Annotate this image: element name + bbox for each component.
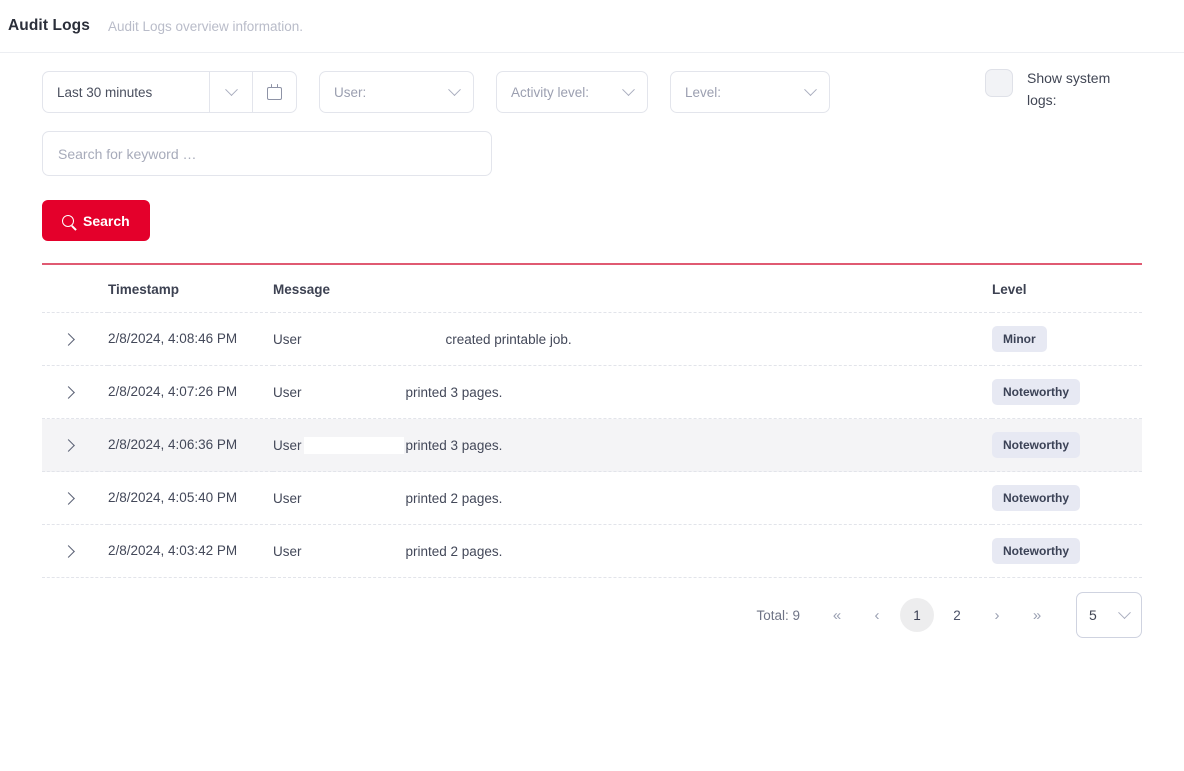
- show-system-logs-checkbox[interactable]: [985, 69, 1013, 97]
- status-badge: Noteworthy: [992, 432, 1080, 458]
- message-user-word: User: [273, 543, 302, 559]
- timestamp-cell: 2/8/2024, 4:03:42 PM: [108, 524, 273, 578]
- table-row[interactable]: 2/8/2024, 4:05:40 PM User printed 2 pages.…: [42, 471, 1142, 525]
- message-cell: User printed 2 pages.: [273, 524, 992, 578]
- table-row[interactable]: 2/8/2024, 4:06:36 PM User printed 3 pages.…: [42, 418, 1142, 472]
- activity-level-filter-select[interactable]: Activity level:: [496, 71, 648, 113]
- activity-level-filter-label: Activity level:: [511, 84, 590, 100]
- chevron-down-icon: [448, 82, 461, 96]
- message-suffix: printed 2 pages.: [405, 543, 503, 559]
- message-user-word: User: [273, 437, 302, 453]
- table-row[interactable]: 2/8/2024, 4:07:26 PM User printed 3 pages.…: [42, 365, 1142, 419]
- chevron-right-icon[interactable]: [62, 332, 75, 346]
- message-cell: User created printable job.: [273, 312, 992, 366]
- row-expand-cell[interactable]: [42, 312, 108, 366]
- search-icon: [62, 214, 74, 227]
- status-badge: Noteworthy: [992, 485, 1080, 511]
- chevron-down-icon: [622, 82, 635, 96]
- level-cell: Minor: [992, 312, 1142, 366]
- search-button[interactable]: Search: [42, 200, 150, 241]
- first-page-button[interactable]: «: [820, 598, 854, 632]
- redacted-username: [303, 383, 404, 401]
- level-filter-select[interactable]: Level:: [670, 71, 830, 113]
- row-expand-cell[interactable]: [42, 418, 108, 472]
- chevron-down-icon: [804, 82, 817, 96]
- page-title: Audit Logs: [8, 17, 90, 34]
- timestamp-cell: 2/8/2024, 4:08:46 PM: [108, 312, 273, 366]
- table-header-row: Timestamp Message Level: [42, 265, 1142, 313]
- message-column-header: Message: [273, 265, 992, 313]
- status-badge: Noteworthy: [992, 538, 1080, 564]
- message-user-word: User: [273, 490, 302, 506]
- row-expand-cell[interactable]: [42, 524, 108, 578]
- timestamp-cell: 2/8/2024, 4:07:26 PM: [108, 365, 273, 419]
- redacted-username: [303, 330, 444, 348]
- page-size-value: 5: [1089, 607, 1097, 623]
- page-size-select[interactable]: 5: [1076, 592, 1142, 638]
- prev-page-button[interactable]: ‹: [860, 598, 894, 632]
- timestamp-cell: 2/8/2024, 4:05:40 PM: [108, 471, 273, 525]
- table-row[interactable]: 2/8/2024, 4:08:46 PM User created printabl…: [42, 312, 1142, 366]
- page-subtitle: Audit Logs overview information.: [107, 18, 304, 34]
- page-button-1[interactable]: 1: [900, 598, 934, 632]
- row-expand-cell[interactable]: [42, 471, 108, 525]
- date-range-dropdown-button[interactable]: [209, 71, 252, 113]
- table-row[interactable]: 2/8/2024, 4:03:42 PM User printed 2 pages.…: [42, 524, 1142, 578]
- row-expand-cell[interactable]: [42, 365, 108, 419]
- level-cell: Noteworthy: [992, 524, 1142, 578]
- level-column-header: Level: [992, 265, 1142, 313]
- logs-table-head: Timestamp Message Level: [42, 265, 1142, 313]
- message-user-word: User: [273, 331, 302, 347]
- message-user-word: User: [273, 384, 302, 400]
- pagination: Total: 9 « ‹ 1 2 › » 5: [42, 592, 1142, 638]
- message-suffix: printed 2 pages.: [405, 490, 503, 506]
- status-badge: Noteworthy: [992, 379, 1080, 405]
- message-cell: User printed 3 pages.: [273, 365, 992, 419]
- filter-bar: Last 30 minutes User: Activity level: Le…: [0, 53, 1184, 113]
- message-suffix: printed 3 pages.: [405, 384, 503, 400]
- message-cell: User printed 3 pages.: [273, 418, 992, 472]
- chevron-right-icon[interactable]: [62, 491, 75, 505]
- level-filter-label: Level:: [685, 84, 722, 100]
- redacted-username: [303, 489, 404, 507]
- next-page-button[interactable]: ›: [980, 598, 1014, 632]
- redacted-username: [303, 542, 404, 560]
- timestamp-cell: 2/8/2024, 4:06:36 PM: [108, 418, 273, 472]
- chevron-right-icon[interactable]: [62, 438, 75, 452]
- message-suffix: created printable job.: [445, 331, 572, 347]
- search-button-label: Search: [83, 212, 130, 229]
- level-cell: Noteworthy: [992, 471, 1142, 525]
- chevron-down-icon: [1118, 605, 1131, 619]
- calendar-button[interactable]: [252, 71, 297, 113]
- user-filter-label: User:: [334, 84, 367, 100]
- show-system-logs-label: Show system logs:: [1027, 70, 1111, 108]
- logs-table: Timestamp Message Level 2/8/2024, 4:08:4…: [42, 265, 1142, 578]
- message-cell: User printed 2 pages.: [273, 471, 992, 525]
- level-cell: Noteworthy: [992, 418, 1142, 472]
- page-header: Audit Logs Audit Logs overview informati…: [0, 0, 1184, 53]
- show-system-logs-group: Show system logs:: [985, 67, 1135, 111]
- level-cell: Noteworthy: [992, 365, 1142, 419]
- message-suffix: printed 3 pages.: [405, 437, 503, 453]
- date-range-value[interactable]: Last 30 minutes: [42, 71, 209, 113]
- date-range-picker[interactable]: Last 30 minutes: [42, 71, 297, 113]
- chevron-right-icon[interactable]: [62, 385, 75, 399]
- last-page-button[interactable]: »: [1020, 598, 1054, 632]
- timestamp-column-header: Timestamp: [108, 265, 273, 313]
- user-filter-select[interactable]: User:: [319, 71, 474, 113]
- chevron-down-icon: [224, 82, 238, 96]
- status-badge: Minor: [992, 326, 1047, 352]
- expand-column-header: [42, 265, 108, 313]
- calendar-icon: [267, 84, 282, 100]
- search-input[interactable]: [42, 131, 492, 176]
- page-button-2[interactable]: 2: [940, 598, 974, 632]
- total-count-label: Total: 9: [756, 607, 800, 623]
- redacted-username: [303, 436, 404, 454]
- chevron-right-icon[interactable]: [62, 544, 75, 558]
- logs-table-container: Timestamp Message Level 2/8/2024, 4:08:4…: [42, 263, 1142, 578]
- logs-table-body: 2/8/2024, 4:08:46 PM User created printabl…: [42, 312, 1142, 578]
- search-row: [0, 113, 1184, 176]
